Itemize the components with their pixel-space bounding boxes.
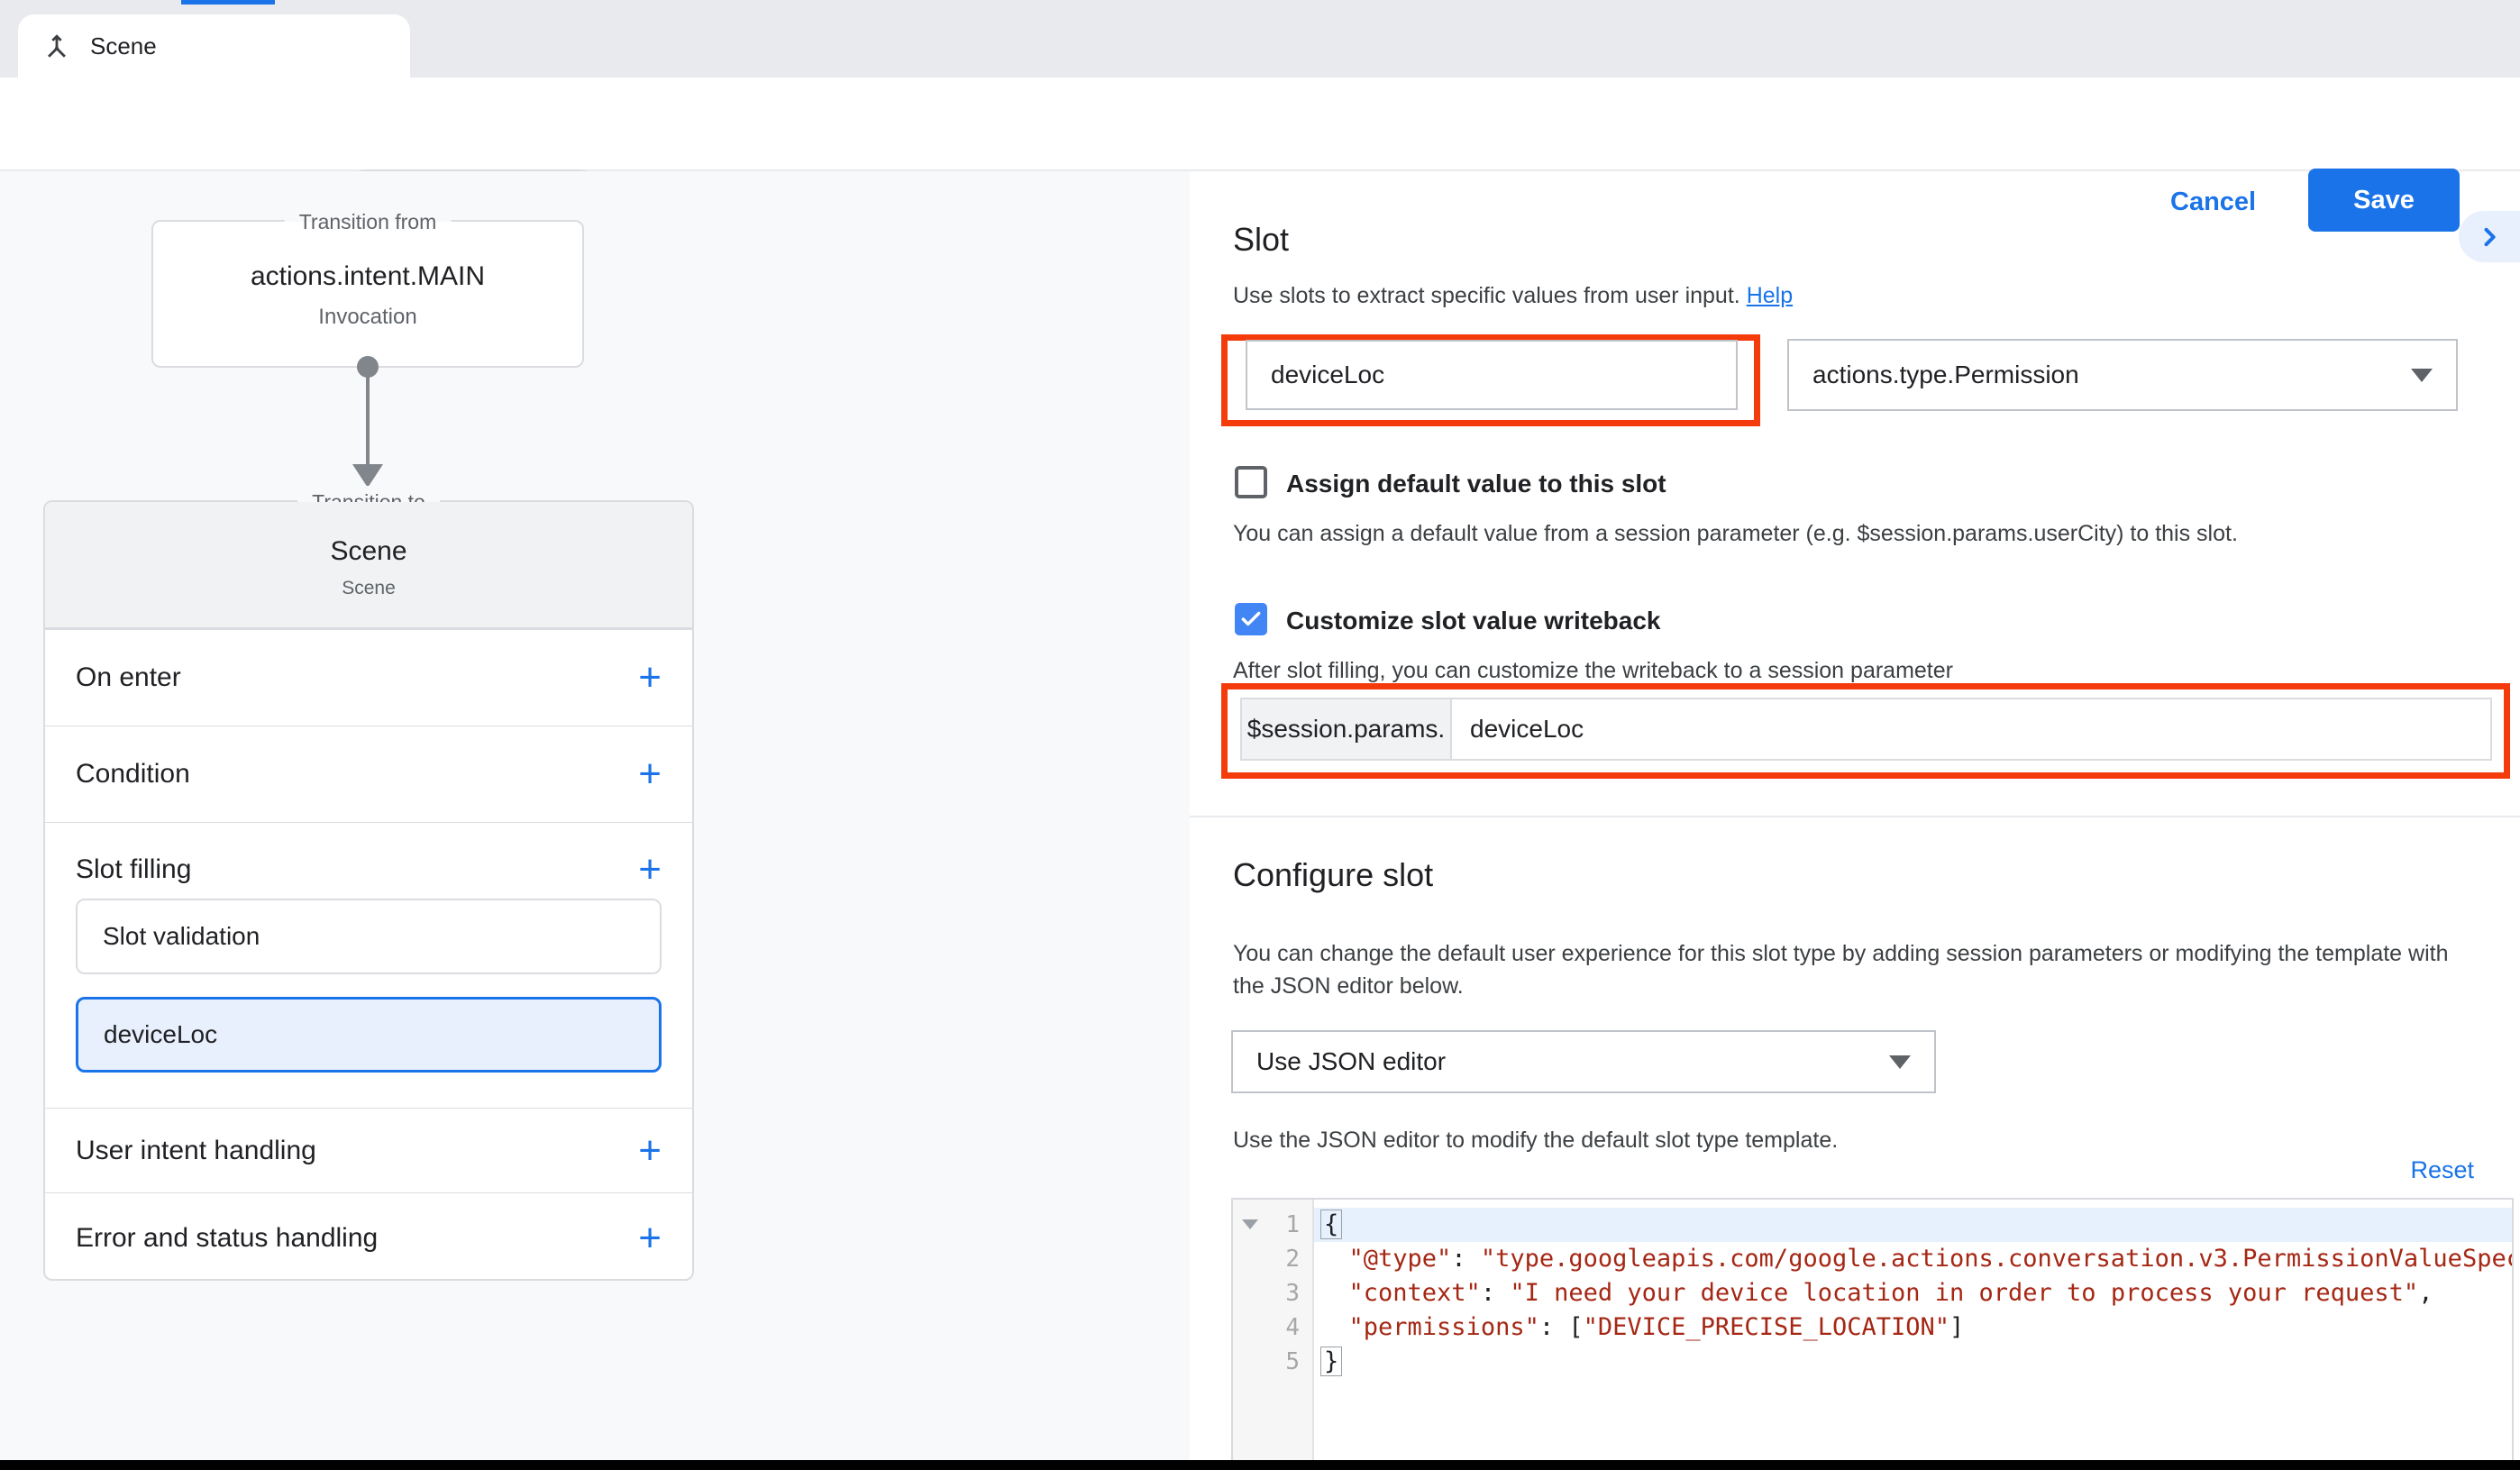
editor-line-number: 3 (1233, 1276, 1312, 1310)
chevron-down-icon (1889, 1055, 1911, 1069)
slot-section-description: Use slots to extract specific values fro… (1233, 279, 1793, 312)
configure-slot-description: You can change the default user experien… (1233, 937, 2468, 1002)
slot-type-value: actions.type.Permission (1812, 361, 2079, 389)
reset-link[interactable]: Reset (2343, 1156, 2474, 1184)
bottom-black-bar (0, 1460, 2520, 1470)
chevron-right-icon (2477, 224, 2502, 250)
add-user-intent-button[interactable]: + (638, 1131, 662, 1171)
tab-scene[interactable]: Scene (18, 14, 410, 78)
transition-from-legend: Transition from (285, 205, 452, 238)
slot-description-text: Use slots to extract specific values fro… (1233, 283, 1740, 308)
collapse-panel-button[interactable] (2459, 211, 2520, 262)
row-slot-filling: Slot filling + Slot validation deviceLoc (45, 822, 692, 1108)
assign-default-label: Assign default value to this slot (1286, 470, 1666, 498)
slot-type-select[interactable]: actions.type.Permission (1787, 339, 2458, 411)
slot-section-title: Slot (1233, 221, 1289, 259)
scene-node-body: Scene Scene On enter + Condition + Slot … (45, 502, 692, 1279)
tab-bar: Scene (0, 0, 2520, 78)
editor-code[interactable]: { "@type": "type.googleapis.com/google.a… (1314, 1200, 2512, 1470)
editor-code-line: "permissions": ["DEVICE_PRECISE_LOCATION… (1314, 1310, 2512, 1345)
row-on-enter-label: On enter (76, 662, 181, 693)
row-on-enter[interactable]: On enter + (45, 629, 692, 726)
editor-gutter-lines: 12345 (1233, 1208, 1312, 1379)
fold-arrow-icon[interactable] (1242, 1219, 1258, 1229)
connector-arrowhead (352, 464, 383, 488)
intent-name: actions.intent.MAIN (153, 261, 582, 292)
slot-validation-label: Slot validation (103, 922, 260, 951)
writeback-description: After slot filling, you can customize th… (1233, 654, 1953, 687)
flow-panel: Transition from actions.intent.MAIN Invo… (0, 171, 1190, 1470)
header: Scene English Cancel Save (0, 78, 2520, 171)
add-on-enter-button[interactable]: + (638, 658, 662, 698)
editor-code-line: "@type": "type.googleapis.com/google.act… (1314, 1242, 2512, 1276)
scene-node: Transition to Scene Scene On enter + Con… (43, 500, 694, 1281)
editor-mode-value: Use JSON editor (1256, 1047, 1446, 1076)
slot-validation-item[interactable]: Slot validation (76, 899, 662, 974)
help-link[interactable]: Help (1747, 283, 1793, 308)
add-condition-button[interactable]: + (638, 754, 662, 794)
slot-deviceloc-item[interactable]: deviceLoc (76, 997, 662, 1073)
row-condition-label: Condition (76, 759, 190, 790)
add-slot-button[interactable]: + (638, 850, 662, 890)
writeback-prefix: $session.params. (1242, 699, 1452, 759)
cancel-button[interactable]: Cancel (2170, 187, 2256, 217)
writeback-input[interactable] (1452, 699, 2490, 759)
writeback-control: $session.params. (1240, 698, 2492, 761)
intent-kind: Invocation (153, 305, 582, 330)
scene-node-title: Scene (45, 502, 692, 567)
editor-code-lines: { "@type": "type.googleapis.com/google.a… (1314, 1208, 2512, 1379)
scene-node-subtitle: Scene (45, 578, 692, 599)
json-editor-hint: Use the JSON editor to modify the defaul… (1233, 1124, 1838, 1156)
connector-line (366, 367, 370, 466)
active-nav-indicator (181, 0, 275, 5)
slot-filling-head: Slot filling + (76, 850, 662, 890)
editor-code-line: { (1314, 1208, 2512, 1242)
json-editor[interactable]: 12345 { "@type": "type.googleapis.com/go… (1231, 1198, 2514, 1470)
assign-default-description: You can assign a default value from a se… (1233, 517, 2238, 550)
row-user-intent-label: User intent handling (76, 1136, 316, 1166)
slot-deviceloc-label: deviceLoc (104, 1020, 217, 1049)
editor-mode-select[interactable]: Use JSON editor (1231, 1030, 1936, 1093)
writeback-label: Customize slot value writeback (1286, 607, 1660, 635)
editor-line-number: 4 (1233, 1310, 1312, 1345)
add-error-handler-button[interactable]: + (638, 1219, 662, 1258)
row-user-intent[interactable]: User intent handling + (45, 1108, 692, 1192)
scene-node-header[interactable]: Scene Scene (45, 502, 692, 629)
assign-default-checkbox[interactable] (1235, 466, 1267, 498)
merge-icon (41, 31, 72, 61)
scene-editor-page: Scene Scene English (0, 0, 2520, 1470)
section-divider (1190, 816, 2520, 817)
editor-code-line: "context": "I need your device location … (1314, 1276, 2512, 1310)
check-icon (1239, 607, 1263, 631)
transition-from-node[interactable]: Transition from actions.intent.MAIN Invo… (151, 220, 584, 368)
row-slot-filling-label: Slot filling (76, 854, 191, 885)
tab-label: Scene (90, 32, 157, 60)
slot-name-input[interactable] (1246, 340, 1738, 410)
editor-code-line: } (1314, 1345, 2512, 1379)
row-error-handling[interactable]: Error and status handling + (45, 1192, 692, 1279)
row-condition[interactable]: Condition + (45, 726, 692, 822)
row-error-handling-label: Error and status handling (76, 1223, 378, 1254)
editor-line-number: 2 (1233, 1242, 1312, 1276)
editor-gutter: 12345 (1233, 1200, 1314, 1470)
configure-slot-title: Configure slot (1233, 856, 1433, 894)
chevron-down-icon (2411, 369, 2433, 382)
save-button[interactable]: Save (2308, 169, 2460, 232)
editor-line-number: 5 (1233, 1345, 1312, 1379)
writeback-checkbox[interactable] (1235, 603, 1267, 635)
